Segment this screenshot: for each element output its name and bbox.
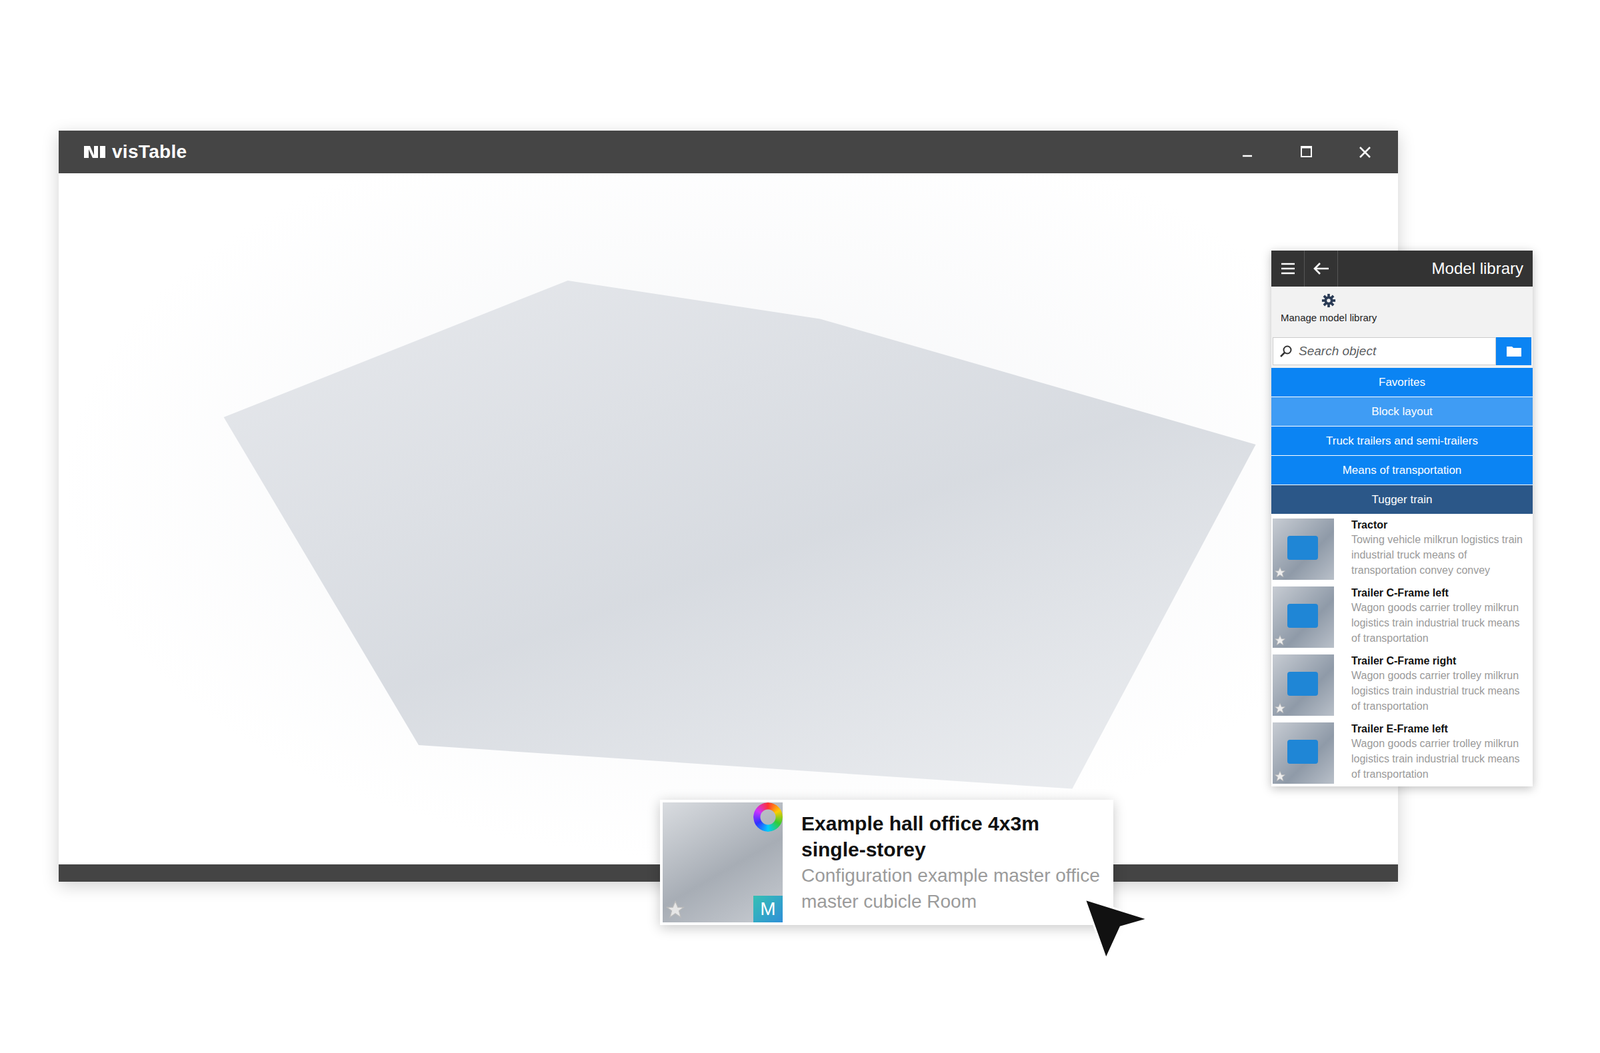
maximize-icon[interactable] — [1292, 138, 1320, 166]
category-label: Favorites — [1378, 374, 1426, 392]
tooltip-description: Configuration example master office mast… — [801, 862, 1100, 915]
category-item[interactable]: Favorites — [1271, 368, 1533, 398]
panel-title: Model library — [1338, 256, 1533, 281]
favorite-star-icon[interactable] — [665, 900, 686, 920]
folder-button[interactable] — [1496, 337, 1532, 366]
minimize-icon[interactable] — [1234, 138, 1261, 166]
category-item[interactable]: Truck trailers and semi-trailers — [1271, 426, 1533, 456]
category-list: Favorites Block layout Truck trailers and … — [1271, 368, 1533, 515]
model-thumbnail — [1272, 586, 1334, 648]
model-name: Tractor — [1351, 518, 1528, 532]
gear-icon — [1321, 293, 1336, 308]
favorite-star-icon[interactable] — [1274, 634, 1286, 647]
master-badge: M — [753, 896, 783, 923]
model-thumbnail — [1272, 518, 1334, 580]
model-thumbnail — [1272, 654, 1334, 716]
back-arrow-icon — [1312, 262, 1330, 276]
search-input[interactable] — [1272, 337, 1496, 366]
model-name: Trailer C-Frame left — [1351, 586, 1528, 600]
manage-library-button[interactable]: Manage model library — [1271, 286, 1533, 338]
vistable-logo-icon — [82, 144, 107, 160]
close-icon[interactable] — [1351, 138, 1378, 166]
model-item[interactable]: Trailer C-Frame leftWagon goods carrier … — [1271, 582, 1533, 651]
model-description: Wagon goods carrier trolley milkrun logi… — [1351, 600, 1528, 647]
window-title: visTable — [112, 138, 187, 166]
model-name: Trailer E-Frame left — [1351, 722, 1528, 736]
model-item[interactable]: Trailer C-Frame rightWagon goods carrier… — [1271, 650, 1533, 719]
category-item[interactable]: Block layout — [1271, 397, 1533, 427]
model-thumbnail — [1272, 722, 1334, 784]
model-list: TractorTowing vehicle milkrun logistics … — [1271, 514, 1533, 787]
app-window: visTable — [58, 130, 1398, 882]
model-item[interactable]: Trailer E-Frame leftWagon goods carrier … — [1271, 718, 1533, 787]
category-label: Truck trailers and semi-trailers — [1326, 432, 1478, 450]
model-item[interactable]: TractorTowing vehicle milkrun logistics … — [1271, 514, 1533, 583]
model-description: Wagon goods carrier trolley milkrun logi… — [1351, 736, 1528, 783]
favorite-star-icon[interactable] — [1274, 702, 1286, 715]
folder-icon — [1506, 345, 1522, 358]
model-description: Towing vehicle milkrun logistics train i… — [1351, 532, 1528, 579]
menu-button[interactable] — [1271, 250, 1305, 287]
mouse-cursor-icon — [1083, 898, 1150, 962]
title-bar: visTable — [58, 130, 1398, 174]
model-library-panel: Model library Manage model library Favor… — [1271, 250, 1533, 787]
model-tooltip: M Example hall office 4x3m single-storey… — [660, 800, 1114, 926]
model-description: Wagon goods carrier trolley milkrun logi… — [1351, 668, 1528, 715]
color-wheel-icon — [753, 802, 783, 832]
office-thumbnail: M — [662, 802, 783, 923]
category-label: Means of transportation — [1342, 462, 1462, 480]
category-label: Block layout — [1371, 403, 1433, 421]
viewport-3d[interactable] — [58, 173, 1398, 865]
factory-scene-render — [132, 253, 1279, 800]
back-button[interactable] — [1304, 250, 1338, 287]
hamburger-icon — [1280, 262, 1296, 276]
search-bar — [1271, 337, 1533, 368]
model-name: Trailer C-Frame right — [1351, 654, 1528, 668]
category-item[interactable]: Tugger train — [1271, 485, 1533, 515]
category-item[interactable]: Means of transportation — [1271, 456, 1533, 486]
tooltip-title: Example hall office 4x3m single-storey — [801, 810, 1100, 863]
category-label: Tugger train — [1371, 491, 1432, 509]
manage-library-label: Manage model library — [1280, 310, 1377, 326]
search-icon — [1279, 344, 1293, 358]
favorite-star-icon[interactable] — [1274, 770, 1286, 783]
panel-header: Model library — [1271, 250, 1533, 287]
favorite-star-icon[interactable] — [1274, 566, 1286, 579]
